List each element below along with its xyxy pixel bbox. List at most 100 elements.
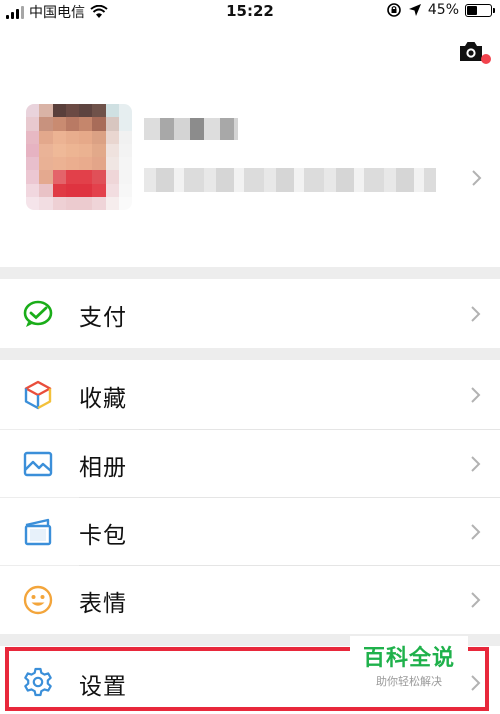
- chevron-right-icon: [471, 456, 481, 472]
- avatar-mosaic-cell: [79, 196, 93, 210]
- avatar-mosaic-cell: [26, 170, 40, 184]
- chevron-right-icon: [471, 306, 481, 322]
- avatar-mosaic-cell: [52, 104, 66, 118]
- wechat-id-blurred: [144, 168, 436, 192]
- orientation-lock-icon: [387, 3, 401, 17]
- avatar-mosaic-cell: [92, 143, 106, 157]
- menu-label-favorites: 收藏: [79, 386, 127, 412]
- avatar-mosaic-cell: [65, 170, 79, 184]
- avatar-mosaic-cell: [65, 143, 79, 157]
- payment-icon: [23, 300, 53, 327]
- avatar-mosaic-cell: [39, 117, 53, 131]
- avatar-mosaic-cell: [39, 157, 53, 171]
- avatar-mosaic-cell: [118, 104, 132, 118]
- avatar-mosaic-cell: [65, 157, 79, 171]
- avatar-mosaic-cell: [65, 117, 79, 131]
- avatar-mosaic-cell: [79, 130, 93, 144]
- avatar-mosaic-cell: [105, 143, 119, 157]
- avatar-mosaic-cell: [52, 117, 66, 131]
- avatar-mosaic-cell: [118, 183, 132, 197]
- avatar-mosaic-cell: [65, 183, 79, 197]
- favorites-cube-icon: [24, 380, 52, 410]
- avatar-mosaic-cell: [105, 117, 119, 131]
- avatar-mosaic-cell: [52, 157, 66, 171]
- emoji-smile-icon: [23, 585, 53, 615]
- avatar-mosaic-cell: [118, 196, 132, 210]
- avatar-mosaic-cell: [118, 170, 132, 184]
- status-right: 45%: [386, 2, 495, 18]
- avatar-mosaic-cell: [39, 104, 53, 118]
- watermark-title: 百科全说: [362, 646, 455, 671]
- avatar-mosaic-cell: [26, 196, 40, 210]
- avatar-mosaic-cell: [92, 157, 106, 171]
- avatar-mosaic-cell: [39, 196, 53, 210]
- avatar-mosaic-cell: [79, 157, 93, 171]
- watermark: 百科全说 助你轻松解决: [350, 636, 468, 688]
- avatar-mosaic-cell: [105, 183, 119, 197]
- avatar-mosaic-cell: [118, 143, 132, 157]
- avatar-mosaic-cell: [52, 143, 66, 157]
- avatar-mosaic-cell: [79, 117, 93, 131]
- avatar-mosaic-cell: [52, 183, 66, 197]
- avatar-mosaic-cell: [118, 130, 132, 144]
- menu-item-emoji[interactable]: 表情: [0, 566, 500, 634]
- chevron-right-icon: [471, 387, 481, 403]
- status-bar: 中国电信 15:22 45%: [0, 0, 500, 24]
- avatar-mosaic-cell: [65, 104, 79, 118]
- username-blurred: [144, 118, 238, 140]
- menu-item-pay[interactable]: 支付: [0, 279, 500, 348]
- avatar-mosaic-cell: [26, 130, 40, 144]
- avatar-mosaic-cell: [26, 104, 40, 118]
- avatar-mosaic-cell: [79, 104, 93, 118]
- menu-label-cards: 卡包: [79, 523, 127, 549]
- menu-label-album: 相册: [79, 455, 127, 481]
- avatar-mosaic-cell: [105, 170, 119, 184]
- avatar-mosaic-cell: [79, 183, 93, 197]
- menu-item-favorites[interactable]: 收藏: [0, 360, 500, 429]
- album-icon: [23, 451, 53, 477]
- avatar-mosaic-cell: [26, 183, 40, 197]
- avatar-mosaic-cell: [92, 170, 106, 184]
- avatar-mosaic-cell: [105, 104, 119, 118]
- avatar-mosaic-cell: [65, 196, 79, 210]
- menu-item-album[interactable]: 相册: [0, 430, 500, 497]
- card-wallet-icon: [24, 518, 52, 546]
- battery-icon: [465, 3, 495, 17]
- avatar-mosaic-cell: [65, 130, 79, 144]
- avatar-mosaic-cell: [39, 143, 53, 157]
- chevron-right-icon: [471, 524, 481, 540]
- avatar-mosaic-cell: [105, 130, 119, 144]
- battery-percent: 45%: [427, 2, 459, 18]
- avatar-mosaic-cell: [105, 157, 119, 171]
- avatar-mosaic-cell: [52, 130, 66, 144]
- avatar-mosaic-cell: [39, 183, 53, 197]
- watermark-subtitle: 助你轻松解决: [376, 675, 442, 688]
- menu-label-emoji: 表情: [79, 591, 127, 617]
- chevron-right-icon: [471, 592, 481, 608]
- avatar-mosaic-cell: [79, 143, 93, 157]
- avatar-mosaic-cell: [79, 170, 93, 184]
- avatar-mosaic-cell: [92, 130, 106, 144]
- avatar-mosaic-cell: [52, 170, 66, 184]
- profile-header[interactable]: [0, 24, 500, 267]
- avatar-mosaic-cell: [26, 143, 40, 157]
- avatar-mosaic-cell: [26, 157, 40, 171]
- location-arrow-icon: [408, 4, 421, 16]
- menu-label-pay: 支付: [79, 305, 127, 331]
- avatar-mosaic-cell: [39, 130, 53, 144]
- avatar-mosaic-cell: [105, 196, 119, 210]
- menu-item-cards[interactable]: 卡包: [0, 498, 500, 565]
- avatar-mosaic-cell: [92, 196, 106, 210]
- avatar-mosaic-cell: [92, 117, 106, 131]
- avatar-mosaic-cell: [92, 104, 106, 118]
- avatar-mosaic-cell: [39, 170, 53, 184]
- avatar[interactable]: [26, 104, 132, 210]
- avatar-mosaic-cell: [26, 117, 40, 131]
- battery-fill: [467, 5, 478, 15]
- avatar-mosaic-cell: [118, 117, 132, 131]
- avatar-mosaic-cell: [118, 157, 132, 171]
- avatar-mosaic-cell: [52, 196, 66, 210]
- notification-dot: [481, 54, 491, 64]
- avatar-mosaic-cell: [92, 183, 106, 197]
- chevron-right-icon: [472, 170, 482, 186]
